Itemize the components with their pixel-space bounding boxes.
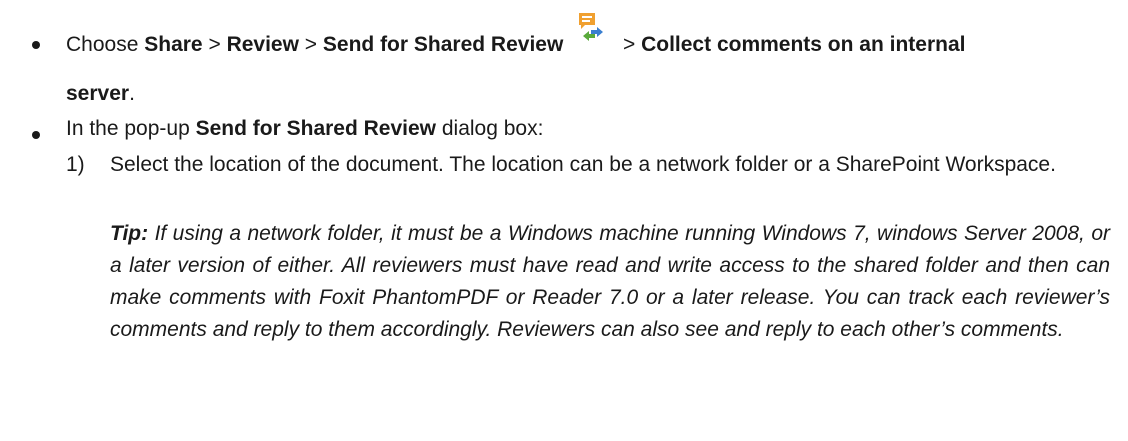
bullet-1-line-1: Choose Share > Review > Send for Shared … — [66, 13, 966, 59]
step-number: 1) — [66, 153, 85, 176]
bullet-dot — [32, 131, 40, 139]
tip-paragraph: Tip: If using a network folder, it must … — [110, 218, 1110, 346]
separator: > — [622, 33, 636, 56]
bullet-dot — [32, 41, 40, 49]
tip-text: If using a network folder, it must be a … — [110, 222, 1110, 341]
separator: > — [304, 33, 318, 56]
text-dialog-box: dialog box: — [441, 117, 544, 140]
step-1-text: Select the location of the document. The… — [110, 153, 1056, 176]
send-for-shared-review-icon — [575, 13, 609, 55]
menu-review: Review — [226, 33, 299, 56]
menu-share: Share — [144, 33, 203, 56]
menu-collect-comments: Collect comments on an internal — [641, 33, 966, 56]
text-in-the-popup: In the pop-up — [66, 117, 190, 140]
menu-server: server — [66, 82, 130, 105]
dialog-name: Send for Shared Review — [195, 117, 437, 140]
bullet-2-line: In the pop-up Send for Shared Review dia… — [66, 115, 543, 143]
menu-send-for-shared-review: Send for Shared Review — [322, 33, 564, 56]
document-page: Choose Share > Review > Send for Shared … — [0, 0, 1128, 441]
tip-label: Tip: — [110, 222, 149, 245]
period: . — [129, 82, 135, 105]
bullet-1-line-2: server. — [66, 80, 135, 108]
text-choose: Choose — [66, 33, 139, 56]
separator: > — [208, 33, 221, 56]
